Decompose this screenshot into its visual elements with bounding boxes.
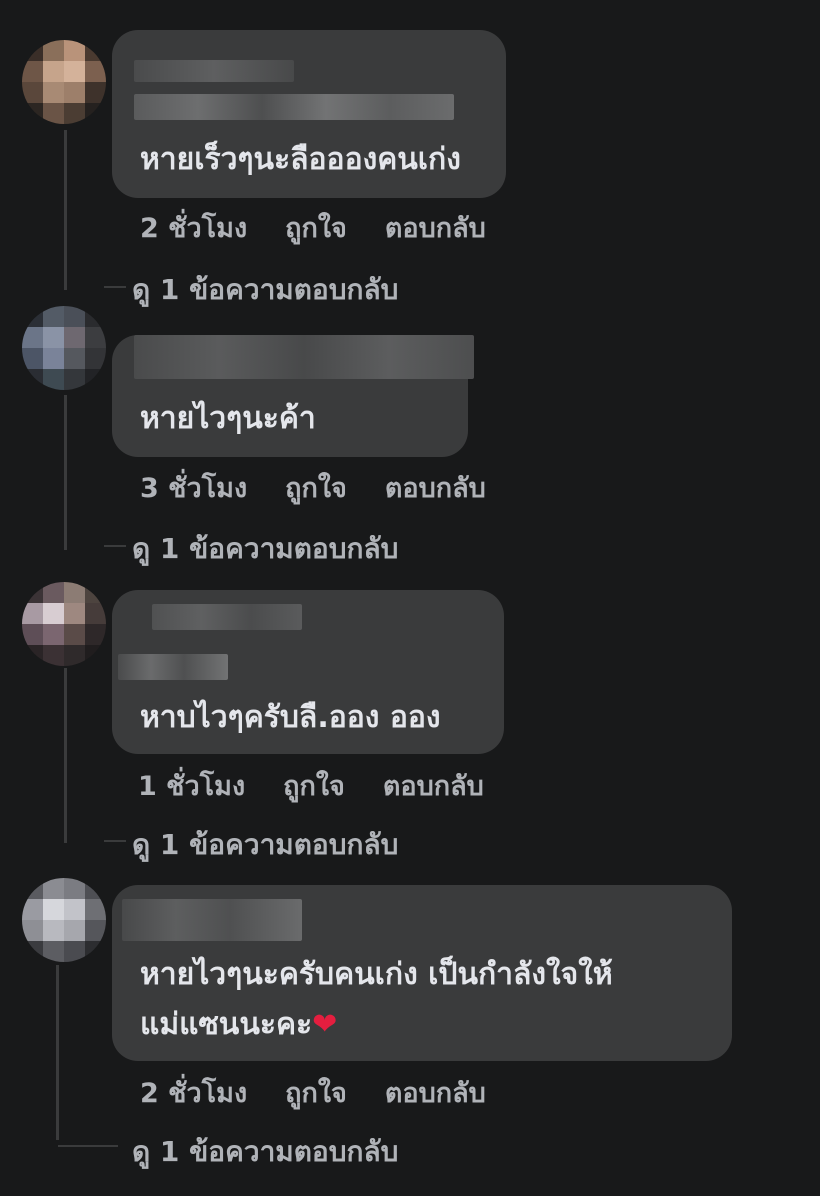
thread-connector — [58, 1145, 118, 1147]
thread-line — [64, 395, 67, 550]
comment-time[interactable]: 1 ชั่วโมง — [138, 764, 245, 807]
thread-line — [64, 130, 67, 290]
view-replies-link[interactable]: ดู 1 ข้อความตอบกลับ — [132, 823, 398, 867]
comment-actions: 2 ชั่วโมง ถูกใจ ตอบกลับ — [140, 206, 486, 249]
like-button[interactable]: ถูกใจ — [285, 206, 347, 249]
avatar[interactable] — [22, 306, 106, 390]
view-replies-link[interactable]: ดู 1 ข้อความตอบกลับ — [132, 1130, 398, 1174]
comment-text: หายเร็วๆนะลืออองคนเก่ง — [140, 142, 461, 177]
comment-bubble: หายไวๆนะครับคนเก่ง เป็นกำลังใจให้ แม่แซน… — [112, 885, 732, 1061]
comment-text: หาบไวๆครับลื.ออง ออง — [140, 700, 441, 735]
thread-line — [64, 668, 67, 843]
commenter-name-blurred[interactable] — [122, 899, 302, 941]
reply-button[interactable]: ตอบกลับ — [385, 1071, 486, 1114]
commenter-badge-blurred — [134, 60, 294, 82]
comment-text: หายไวๆนะค้า — [140, 401, 316, 436]
comment-bubble: หายไวๆนะค้า — [112, 335, 474, 457]
like-button[interactable]: ถูกใจ — [283, 764, 345, 807]
like-button[interactable]: ถูกใจ — [285, 1071, 347, 1114]
comment-bubble: หาบไวๆครับลื.ออง ออง — [112, 590, 504, 754]
thread-line — [56, 965, 59, 1140]
reply-button[interactable]: ตอบกลับ — [383, 764, 484, 807]
comment-time[interactable]: 3 ชั่วโมง — [140, 466, 247, 509]
comment-text: หายไวๆนะครับคนเก่ง เป็นกำลังใจให้ — [140, 957, 613, 992]
comment-actions: 1 ชั่วโมง ถูกใจ ตอบกลับ — [138, 764, 484, 807]
avatar[interactable] — [22, 878, 106, 962]
view-replies-link[interactable]: ดู 1 ข้อความตอบกลับ — [132, 527, 398, 571]
comment-bubble: หายเร็วๆนะลืออองคนเก่ง — [112, 30, 506, 198]
comment-time[interactable]: 2 ชั่วโมง — [140, 1071, 247, 1114]
comment-actions: 2 ชั่วโมง ถูกใจ ตอบกลับ — [140, 1071, 486, 1114]
avatar[interactable] — [22, 582, 106, 666]
like-button[interactable]: ถูกใจ — [285, 466, 347, 509]
commenter-name-blurred[interactable] — [152, 604, 302, 630]
commenter-name-blurred[interactable] — [134, 94, 454, 120]
view-replies-link[interactable]: ดู 1 ข้อความตอบกลับ — [132, 268, 398, 312]
comment-actions: 3 ชั่วโมง ถูกใจ ตอบกลับ — [140, 466, 486, 509]
thread-connector — [104, 286, 126, 288]
reply-button[interactable]: ตอบกลับ — [385, 466, 486, 509]
comment-text-line-2: แม่แซนนะคะ❤ — [140, 997, 337, 1053]
commenter-name-blurred[interactable] — [134, 335, 474, 379]
heart-icon: ❤ — [312, 1007, 338, 1042]
avatar[interactable] — [22, 40, 106, 124]
reply-button[interactable]: ตอบกลับ — [385, 206, 486, 249]
commenter-badge-blurred — [118, 654, 228, 680]
thread-connector — [104, 545, 126, 547]
thread-connector — [104, 840, 126, 842]
comment-text-part: แม่แซนนะคะ — [140, 1007, 313, 1042]
comment-time[interactable]: 2 ชั่วโมง — [140, 206, 247, 249]
